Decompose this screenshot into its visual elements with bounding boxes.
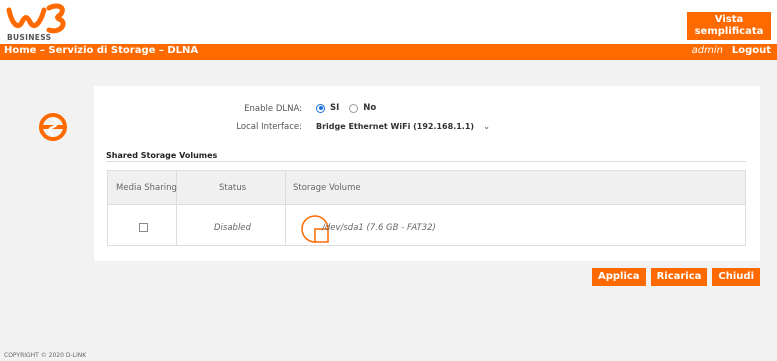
local-interface-label: Local Interface:	[236, 122, 302, 132]
column-divider	[285, 171, 286, 245]
radio-si-label: SI	[330, 103, 340, 113]
dlna-panel: Enable DLNA: SI No Local Interface: Brid…	[94, 86, 760, 261]
local-interface-select[interactable]: Bridge Ethernet WiFi (192.168.1.1) ⌄	[314, 120, 494, 134]
dlna-sharing-icon	[39, 113, 67, 141]
radio-no-label: No	[363, 103, 377, 113]
row-storage-volume: /dev/sda1 (7.6 GB - FAT32)	[322, 223, 436, 233]
table-header	[108, 171, 745, 205]
shared-volumes-title: Shared Storage Volumes	[106, 151, 218, 160]
header-storage-volume: Storage Volume	[293, 183, 361, 193]
header-status: Status	[219, 183, 247, 193]
storage-table: Media Sharing Status Storage Volume Disa…	[107, 170, 746, 246]
close-button[interactable]: Chiudi	[712, 268, 760, 286]
apply-button[interactable]: Applica	[591, 268, 646, 286]
breadcrumb: Home – Servizio di Storage – DLNA	[4, 45, 199, 56]
radio-no[interactable]	[349, 103, 359, 113]
enable-dlna-label: Enable DLNA:	[244, 104, 302, 114]
header-media-sharing: Media Sharing	[116, 183, 177, 193]
section-divider	[106, 161, 746, 162]
copyright-text: COPYRIGHT © 2020 D-LINK	[4, 352, 87, 359]
user-name: admin	[691, 45, 723, 56]
row-status: Disabled	[214, 223, 251, 233]
top-bar: BUSINESS Vista semplificata	[0, 0, 777, 44]
local-interface-value: Bridge Ethernet WiFi (192.168.1.1)	[316, 122, 475, 131]
logout-link[interactable]: Logout	[732, 45, 771, 56]
vista-semplificata-button[interactable]: Vista semplificata	[687, 12, 771, 40]
radio-si[interactable]	[316, 103, 325, 113]
logo-business-text: BUSINESS	[7, 33, 52, 42]
chevron-down-icon: ⌄	[483, 122, 490, 131]
action-buttons: Applica Ricarica Chiudi	[591, 268, 760, 286]
media-sharing-checkbox[interactable]	[139, 223, 148, 232]
reload-button[interactable]: Ricarica	[650, 268, 708, 286]
nav-bar: Home – Servizio di Storage – DLNA admin …	[0, 44, 777, 60]
enable-dlna-radio-group: SI No	[316, 103, 386, 113]
